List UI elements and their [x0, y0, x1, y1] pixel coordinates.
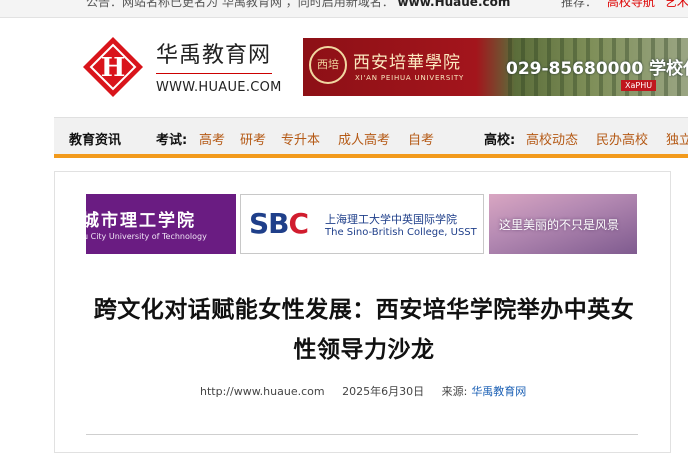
- notice-prefix: 公告：网站名称已更名为: [86, 0, 219, 9]
- article-source-label: 来源:: [441, 385, 468, 398]
- ad-scenery[interactable]: 这里美丽的不只是风景: [489, 194, 637, 254]
- nav-link-independent[interactable]: 独立: [666, 129, 688, 148]
- nav-link-gaokao[interactable]: 高考: [199, 129, 225, 148]
- recommend-link-college-nav[interactable]: 高校导航: [607, 0, 655, 9]
- ad-city-university[interactable]: 城市理工学院 u City University of Technology: [86, 194, 236, 254]
- banner-phone: 029-85680000 学校代: [506, 59, 688, 79]
- logo-letter: H: [101, 53, 126, 83]
- article-date: 2025年6月30日: [342, 385, 425, 398]
- article-source-link[interactable]: 华禹教育网: [471, 385, 526, 398]
- nav-exam-label: 考试:: [156, 133, 188, 148]
- banner-tag: XaPHU: [621, 80, 657, 91]
- logo-divider: [156, 73, 272, 74]
- article-meta: http://www.huaue.com 2025年6月30日 来源: 华禹教育网: [200, 383, 526, 399]
- notice-name: 华禹教育网: [221, 0, 282, 9]
- ad1-title: 城市理工学院: [86, 211, 196, 231]
- notice-mid: ，同时启用新域名：: [285, 0, 394, 9]
- nav-edu-news[interactable]: 教育资讯: [69, 129, 121, 148]
- nav-link-private-uni[interactable]: 民办高校: [596, 129, 648, 148]
- main-nav: 教育资讯 考试: 高考 研考 专升本 成人高考 自考 高校: 高校动态 民办高校…: [54, 117, 688, 158]
- ad3-text: 这里美丽的不只是风景: [499, 218, 620, 232]
- nav-uni-label: 高校:: [484, 133, 516, 148]
- sbc-logo-icon: SBC: [249, 207, 310, 240]
- recommend-links: 推荐： 高校导航 艺术: [561, 0, 688, 10]
- university-seal-icon: 西培: [309, 46, 347, 84]
- notice-bar: 公告：网站名称已更名为 华禹教育网 ，同时启用新域名： www.Huaue.co…: [0, 0, 688, 18]
- ad1-subtitle: u City University of Technology: [86, 232, 207, 241]
- notice-domain-link[interactable]: www.Huaue.com: [398, 0, 511, 9]
- nav-link-zikao[interactable]: 自考: [408, 129, 434, 148]
- banner-university-name: 西安培華學院: [353, 53, 461, 73]
- article-title: 跨文化对话赋能女性发展：西安培华学院举办中英女性领导力沙龙: [93, 297, 635, 363]
- recommend-link-art[interactable]: 艺术: [665, 0, 688, 9]
- sbc-logo-c: C: [288, 207, 310, 240]
- site-logo-icon[interactable]: H: [82, 36, 144, 98]
- article-divider: [86, 434, 638, 435]
- site-url[interactable]: WWW.HUAUE.COM: [156, 80, 282, 95]
- header-banner-ad[interactable]: 西培 西安培華學院 XI'AN PEIHUA UNIVERSITY 029-85…: [303, 38, 688, 96]
- nav-link-uni-news[interactable]: 高校动态: [526, 129, 578, 148]
- sbc-logo-sb: SB: [249, 207, 290, 240]
- ad-sino-british-college[interactable]: SBC 上海理工大学中英国际学院 The Sino-British Colleg…: [240, 194, 484, 254]
- nav-link-yankao[interactable]: 研考: [240, 129, 266, 148]
- ad2-title: 上海理工大学中英国际学院: [325, 213, 457, 226]
- nav-link-adult-exam[interactable]: 成人高考: [338, 129, 390, 148]
- banner-university-name-en: XI'AN PEIHUA UNIVERSITY: [355, 74, 465, 82]
- nav-link-zhuanshengben[interactable]: 专升本: [281, 129, 320, 148]
- site-notice: 公告：网站名称已更名为 华禹教育网 ，同时启用新域名： www.Huaue.co…: [86, 0, 510, 10]
- recommend-label: 推荐：: [561, 0, 598, 9]
- site-name[interactable]: 华禹教育网: [156, 37, 271, 69]
- article-url: http://www.huaue.com: [200, 385, 325, 398]
- ad2-subtitle: The Sino-British College, USST: [325, 227, 477, 238]
